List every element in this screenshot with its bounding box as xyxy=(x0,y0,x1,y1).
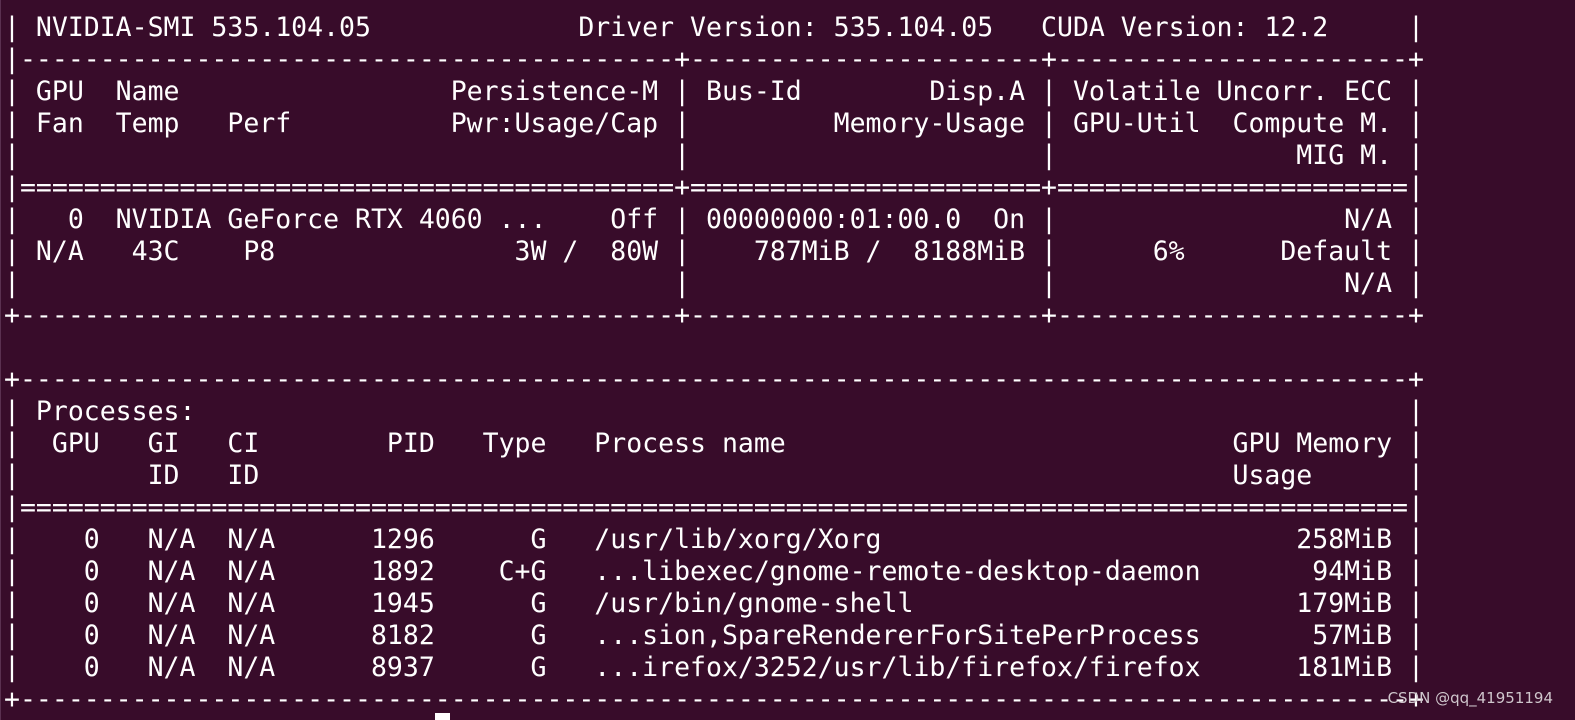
table-border-line: |---------------------------------------… xyxy=(4,44,1424,75)
table-border-line: +---------------------------------------… xyxy=(4,364,1424,395)
gpu-column-header-line: | | | MIG M. | xyxy=(4,140,1424,171)
header-version-line: | NVIDIA-SMI 535.104.05 Driver Version: … xyxy=(4,12,1424,43)
processes-title-line: | Processes: | xyxy=(4,396,1424,427)
table-separator-line: |=======================================… xyxy=(4,492,1424,523)
process-row-line: | 0 N/A N/A 8182 G ...sion,SpareRenderer… xyxy=(4,620,1424,651)
gpu-row-line: | 0 NVIDIA GeForce RTX 4060 ... Off | 00… xyxy=(4,204,1424,235)
terminal-output: | NVIDIA-SMI 535.104.05 Driver Version: … xyxy=(4,12,1424,716)
watermark: CSDN @qq_41951194 xyxy=(1387,689,1553,707)
process-row-line: | 0 N/A N/A 1892 C+G ...libexec/gnome-re… xyxy=(4,556,1424,587)
table-border-line: +---------------------------------------… xyxy=(4,300,1424,331)
process-column-header-line: | ID ID Usage | xyxy=(4,460,1424,491)
gpu-column-header-line: | Fan Temp Perf Pwr:Usage/Cap | Memory-U… xyxy=(4,108,1424,139)
table-separator-line: |=======================================… xyxy=(4,172,1424,203)
text-cursor xyxy=(435,713,450,720)
gpu-row-line: | N/A 43C P8 3W / 80W | 787MiB / 8188MiB… xyxy=(4,236,1424,267)
table-border-line: +---------------------------------------… xyxy=(4,684,1424,715)
terminal-window[interactable]: | NVIDIA-SMI 535.104.05 Driver Version: … xyxy=(0,0,1575,720)
process-row-line: | 0 N/A N/A 1296 G /usr/lib/xorg/Xorg 25… xyxy=(4,524,1424,555)
process-row-line: | 0 N/A N/A 8937 G ...irefox/3252/usr/li… xyxy=(4,652,1424,683)
process-row-line: | 0 N/A N/A 1945 G /usr/bin/gnome-shell … xyxy=(4,588,1424,619)
process-column-header-line: | GPU GI CI PID Type Process name GPU Me… xyxy=(4,428,1424,459)
gpu-row-line: | | | N/A | xyxy=(4,268,1424,299)
gpu-column-header-line: | GPU Name Persistence-M | Bus-Id Disp.A… xyxy=(4,76,1424,107)
